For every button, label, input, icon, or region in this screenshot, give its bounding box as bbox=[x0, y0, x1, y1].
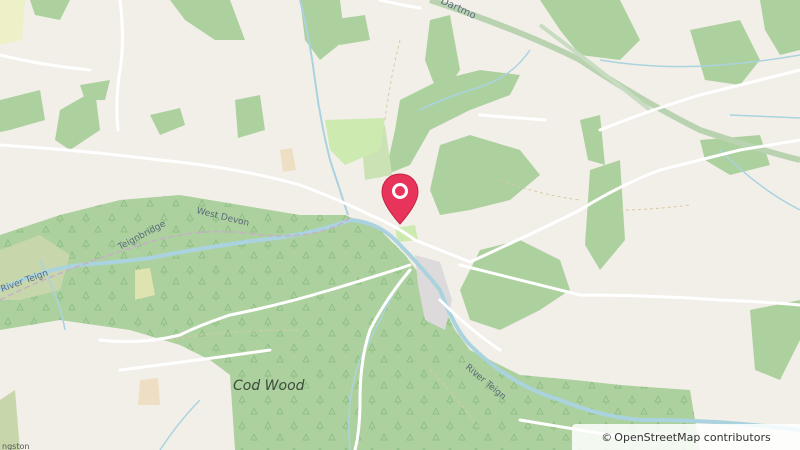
map-attribution: © OpenStreetMap contributors bbox=[572, 424, 800, 450]
label-corner: ngston bbox=[2, 442, 29, 450]
label-cod-wood: Cod Wood bbox=[233, 378, 305, 394]
location-pin-icon[interactable] bbox=[380, 172, 420, 226]
attribution-link[interactable]: OpenStreetMap contributors bbox=[614, 431, 770, 444]
map-canvas[interactable]: West Devon Teignbridge River Teign River… bbox=[0, 0, 800, 450]
copyright-symbol: © bbox=[601, 430, 613, 444]
